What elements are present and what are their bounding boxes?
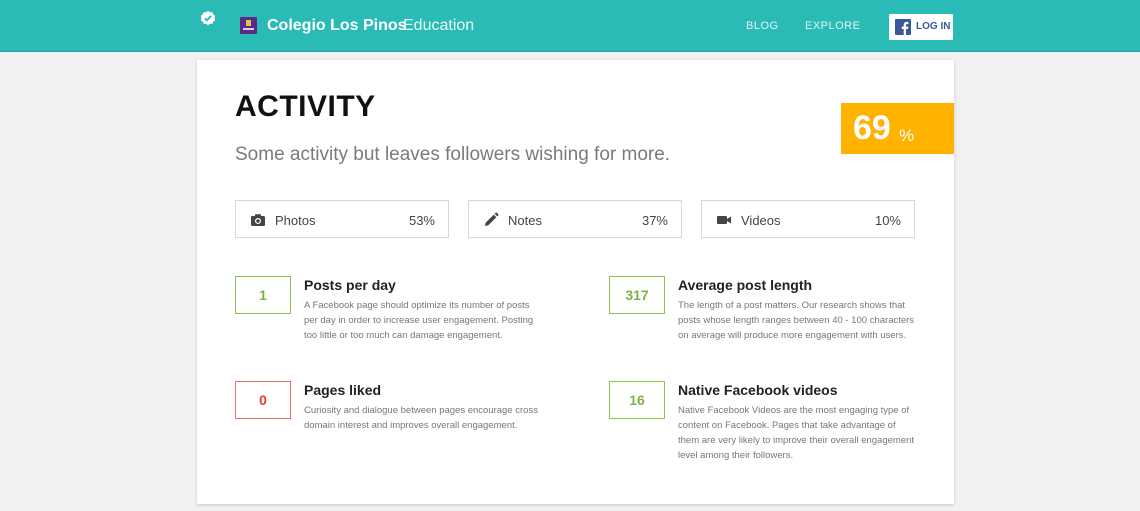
pencil-icon [483,212,499,228]
nav-explore-link[interactable]: EXPLORE [805,20,860,32]
metric-description: Curiosity and dialogue between pages enc… [304,405,538,431]
metric-title: Native Facebook videos [678,382,838,398]
content-type-percent: 37% [641,213,668,228]
activity-score-badge: 69 % [841,103,954,154]
content-type-photos: Photos 53% [235,200,449,238]
nav-blog-link[interactable]: BLOG [746,20,779,32]
facebook-icon [895,19,911,35]
facebook-login-button[interactable]: LOG IN [889,14,953,40]
metric-title: Posts per day [304,277,396,293]
metric-description: Native Facebook Videos are the most enga… [678,405,915,461]
metric-description: A Facebook page should optimize its numb… [304,300,534,341]
verified-check-icon [200,10,216,26]
top-navigation-bar: Colegio Los Pinos Education BLOG EXPLORE… [0,0,1140,52]
score-unit: % [899,126,915,145]
metric-title: Average post length [678,277,813,293]
login-button-label: LOG IN [916,21,951,32]
content-type-videos: Videos 10% [701,200,915,238]
metric-value-box: 1 [235,276,291,314]
metric-description: The length of a post matters. Our resear… [678,300,915,341]
content-type-label: Photos [275,213,316,228]
content-type-label: Videos [741,213,781,228]
content-type-notes: Notes 37% [468,200,682,238]
content-type-percent: 10% [874,213,901,228]
brand-logo-icon[interactable] [240,17,257,34]
brand-category: Education [403,17,475,34]
video-camera-icon [716,212,732,228]
score-value: 69 [853,109,891,147]
activity-card: ACTIVITY Some activity but leaves follow… [197,60,954,504]
metric-title: Pages liked [304,382,382,398]
brand-name[interactable]: Colegio Los Pinos [267,17,407,35]
metric-value-box: 317 [609,276,665,314]
content-type-label: Notes [508,213,542,228]
metric-value-box: 16 [609,381,665,419]
section-subtitle: Some activity but leaves followers wishi… [235,144,671,165]
camera-icon [250,212,266,228]
metric-value-box: 0 [235,381,291,419]
content-type-percent: 53% [408,213,435,228]
section-title: ACTIVITY [235,90,376,123]
